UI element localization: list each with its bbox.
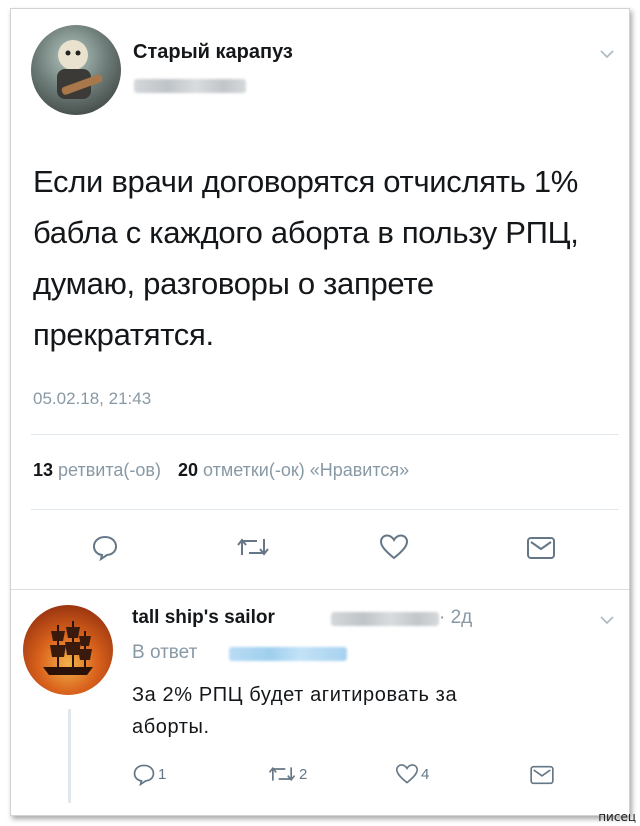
- reply-to-handle-blurred[interactable]: [229, 647, 347, 661]
- stats-row: 13 ретвита(-ов) 20 отметки(-ок) «Нравитс…: [33, 460, 409, 481]
- direct-message-icon[interactable]: [526, 536, 556, 560]
- reply-time[interactable]: · 2д: [439, 607, 472, 629]
- thread-line: [68, 709, 71, 803]
- reply-to-label: В ответ: [132, 642, 198, 663]
- divider-bottom: [11, 589, 629, 590]
- divider-middle: [31, 509, 619, 510]
- reply-retweet-count: 2: [299, 766, 308, 783]
- reply-author-avatar[interactable]: [23, 605, 113, 695]
- ship-icon: [43, 621, 93, 675]
- reply-icon[interactable]: [91, 533, 119, 561]
- retweet-icon[interactable]: [235, 533, 271, 561]
- reply-like-count: 4: [421, 766, 430, 783]
- heart-icon[interactable]: [379, 533, 409, 561]
- tweet-card: Старый карапуз Если врачи договорятся от…: [10, 8, 630, 816]
- reply-retweet-icon: [268, 766, 296, 782]
- retweet-count[interactable]: 13: [33, 460, 53, 480]
- reply-reply-icon: [133, 764, 155, 786]
- tweet-text: Если врачи договорятся отчислять 1% бабл…: [33, 164, 579, 352]
- author-handle-blurred: [134, 79, 246, 93]
- like-label[interactable]: отметки(-ок) «Нравится»: [203, 460, 409, 480]
- divider-top: [31, 434, 619, 435]
- chevron-down-icon[interactable]: [599, 49, 615, 59]
- reply-direct-message-icon[interactable]: [529, 765, 555, 785]
- watermark: писец: [598, 810, 636, 824]
- avatar-figure: [57, 40, 103, 99]
- reply-chevron-down-icon[interactable]: [599, 615, 615, 625]
- reply-heart-icon: [395, 764, 419, 784]
- reply-author-handle-blurred: [331, 612, 439, 626]
- reply-reply-count: 1: [158, 766, 167, 783]
- author-name[interactable]: Старый карапуз: [133, 41, 293, 64]
- reply-text-line-2: аборты.: [132, 716, 210, 738]
- retweet-label[interactable]: ретвита(-ов): [58, 460, 161, 480]
- like-count[interactable]: 20: [178, 460, 198, 480]
- reply-text-line-1: За 2% РПЦ будет агитировать за: [132, 684, 458, 706]
- author-avatar[interactable]: [31, 25, 121, 115]
- tweet-timestamp[interactable]: 05.02.18, 21:43: [33, 389, 151, 409]
- reply-author-name[interactable]: tall ship's sailor: [132, 607, 275, 629]
